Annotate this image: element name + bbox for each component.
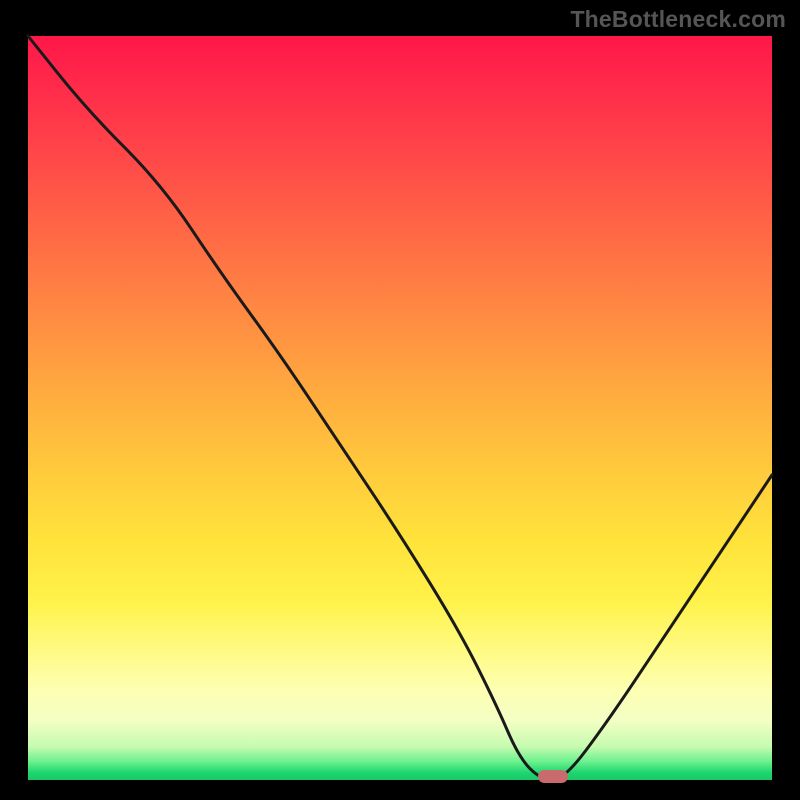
bottleneck-curve (28, 36, 772, 780)
plot-area (28, 36, 772, 780)
optimal-marker (538, 770, 568, 783)
chart-frame: TheBottleneck.com (0, 0, 800, 800)
watermark-text: TheBottleneck.com (570, 6, 786, 33)
